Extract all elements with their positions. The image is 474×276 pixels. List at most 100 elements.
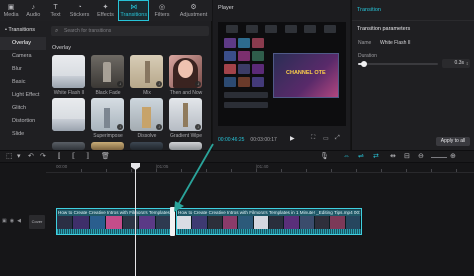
category-basic[interactable]: Basic xyxy=(0,76,46,89)
download-icon: ↓ xyxy=(117,81,123,87)
audio-waveform xyxy=(57,229,172,234)
category-distortion[interactable]: Distortion xyxy=(0,115,46,128)
download-icon: ↓ xyxy=(156,81,162,87)
tab-effects[interactable]: ✦ Effects xyxy=(93,0,119,21)
transition-tile[interactable] xyxy=(52,98,85,131)
transition-params-header: Transition parameters xyxy=(357,26,411,32)
editor-window: ▣ Media ♪ Audio T Text ◔ Stickers ✦ Effects ⋈… xyxy=(0,0,474,276)
link-icon[interactable]: ⇔ xyxy=(343,153,350,161)
download-icon: ↓ xyxy=(195,124,201,130)
category-camera[interactable]: Camera xyxy=(0,50,46,63)
transition-tile-then-and-now[interactable]: ↓ xyxy=(169,55,202,88)
audio-icon: ♪ xyxy=(31,3,36,11)
category-transitions[interactable]: • Transitions xyxy=(0,24,46,37)
current-time: 00:00:46:25 xyxy=(218,137,245,143)
snap-icon[interactable]: ⇄ xyxy=(373,153,379,161)
duration-input[interactable]: 0.3s ⇕ xyxy=(442,59,470,68)
transition-tile[interactable] xyxy=(130,142,163,150)
transition-tile[interactable] xyxy=(169,142,202,150)
preview-overlay-text: CHANNEL OTE xyxy=(286,70,326,76)
tab-audio[interactable]: ♪ Audio xyxy=(22,0,44,21)
stepper-icon[interactable]: ⇕ xyxy=(466,59,469,68)
video-clip-2[interactable]: How to Create Creative Intros with Filmo… xyxy=(176,208,362,235)
visibility-icon[interactable]: ◉ xyxy=(10,218,14,224)
download-icon: ↓ xyxy=(156,124,162,130)
aspect-ratio-icon[interactable]: ▭ xyxy=(323,135,329,142)
transition-tile-black-fade[interactable]: ↓ xyxy=(91,55,124,88)
duration-slider[interactable] xyxy=(358,61,438,67)
expand-icon[interactable]: ⤢ xyxy=(335,135,340,142)
split-right-icon[interactable]: ⟧ xyxy=(86,153,89,161)
playhead[interactable] xyxy=(135,163,136,276)
delete-icon[interactable]: 🗑︎ xyxy=(101,153,110,161)
tab-transitions[interactable]: ⋈ Transitions xyxy=(118,0,150,21)
microphone-icon[interactable]: 🎙︎ xyxy=(320,153,329,161)
video-clip-1[interactable]: How to Create Creative Intros with Filmo… xyxy=(56,208,173,235)
category-overlay[interactable]: Overlay xyxy=(0,37,46,50)
download-icon: ↓ xyxy=(117,124,123,130)
play-button[interactable]: ▶ xyxy=(290,135,295,142)
fullscreen-ratio-icon[interactable]: ⛶ xyxy=(311,135,315,142)
tile-label: Gradient Wipe xyxy=(170,133,202,139)
media-panel: ▣ Media ♪ Audio T Text ◔ Stickers ✦ Effects ⋈… xyxy=(0,0,212,150)
player-timecode: 00:00:46:25 00:03:00:17 xyxy=(218,137,277,143)
fit-icon[interactable]: ⊟ xyxy=(404,153,410,161)
transitions-icon: ⋈ xyxy=(130,3,138,11)
zoom-slider[interactable] xyxy=(431,157,447,158)
cover-button[interactable]: Cover xyxy=(29,215,45,229)
preview-axis-icon[interactable]: ⇹ xyxy=(390,153,396,161)
transitions-content: ⌕ Search for transitions Overlay ↓ ↓ ↓ Wh… xyxy=(48,24,210,150)
text-icon: T xyxy=(53,3,58,11)
tile-label: Dissolve xyxy=(137,133,157,139)
search-icon: ⌕ xyxy=(55,28,59,34)
tile-label: Mix xyxy=(143,90,151,96)
category-glitch[interactable]: Glitch xyxy=(0,102,46,115)
mute-icon[interactable]: ◀ xyxy=(17,218,21,224)
effects-icon: ✦ xyxy=(102,3,109,11)
timeline: 00:00 |01:05 |01:40 ▣ ◉ ◀ Cover How to C… xyxy=(0,163,474,276)
transition-tile-gradient-wipe[interactable]: ↓ xyxy=(169,98,202,131)
redo-icon[interactable]: ↷ xyxy=(40,153,46,161)
clip-thumbnails xyxy=(57,216,172,229)
transition-tile-white-flash[interactable] xyxy=(52,55,85,88)
category-list: • Transitions Overlay Camera Blur Basic … xyxy=(0,24,46,150)
select-tool-icon[interactable]: ⬚ xyxy=(6,153,13,161)
transition-tile-mix[interactable]: ↓ xyxy=(130,55,163,88)
tab-adjustment[interactable]: ⚙ Adjustment xyxy=(175,0,212,21)
duration-label: Duration xyxy=(358,53,377,59)
transition-tile[interactable] xyxy=(91,142,124,150)
ruler-label: |01:40 xyxy=(256,164,269,169)
tab-filters[interactable]: ◎ Filters xyxy=(149,0,175,21)
tab-stickers[interactable]: ◔ Stickers xyxy=(67,0,93,21)
apply-to-all-button[interactable]: Apply to all xyxy=(436,137,470,146)
transition-tile-superimpose[interactable]: ↓ xyxy=(91,98,124,131)
clip-thumbnails xyxy=(177,216,361,229)
magnet-icon[interactable]: ⇌ xyxy=(358,153,364,161)
search-input[interactable]: ⌕ Search for transitions xyxy=(51,26,209,36)
tab-text[interactable]: T Text xyxy=(44,0,66,21)
category-light-effect[interactable]: Light Effect xyxy=(0,89,46,102)
dropdown-icon[interactable]: ▾ xyxy=(17,153,21,161)
category-blur[interactable]: Blur xyxy=(0,63,46,76)
media-icon: ▣ xyxy=(7,3,15,11)
video-preview[interactable]: CHANNEL OTE xyxy=(218,22,346,126)
zoom-out-icon[interactable]: ⊖ xyxy=(418,153,424,161)
transition-tile-dissolve[interactable]: ↓ xyxy=(130,98,163,131)
transition-tile[interactable] xyxy=(52,142,85,150)
slider-handle[interactable] xyxy=(361,61,368,67)
zoom-in-icon[interactable]: ⊕ xyxy=(450,153,456,161)
split-left-icon[interactable]: ⟦ xyxy=(72,153,75,161)
transition-marker[interactable] xyxy=(170,207,175,236)
lock-icon[interactable]: ▣ xyxy=(2,218,7,224)
undo-icon[interactable]: ↶ xyxy=(28,153,34,161)
tab-transition[interactable]: Transition xyxy=(352,0,474,21)
download-icon: ↓ xyxy=(195,81,201,87)
tile-label: White Flash II xyxy=(53,90,85,96)
time-ruler[interactable]: 00:00 |01:05 |01:40 xyxy=(46,163,474,173)
media-tabs: ▣ Media ♪ Audio T Text ◔ Stickers ✦ Effects ⋈… xyxy=(0,0,212,21)
split-icon[interactable]: ⫿ xyxy=(58,153,60,161)
tab-media[interactable]: ▣ Media xyxy=(0,0,22,21)
player-panel: Player CHANNEL OTE 00:00:46:25 00:03:00:1… xyxy=(213,0,350,150)
category-slide[interactable]: Slide xyxy=(0,128,46,141)
section-title: Overlay xyxy=(52,45,71,51)
